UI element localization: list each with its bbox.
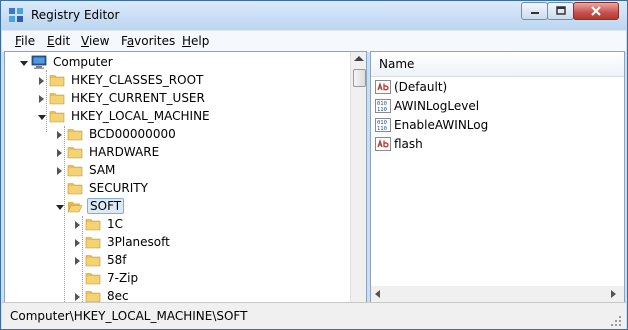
tree-node[interactable]: 3Planesoft — [73, 233, 172, 251]
resize-grip-icon[interactable] — [610, 315, 622, 327]
tree-node[interactable]: BCD00000000 — [55, 125, 178, 143]
folder-icon — [67, 164, 83, 176]
values-list[interactable]: Name (Default) 010 110 AWINLogLevel 010 110 En… — [370, 51, 625, 303]
tree-node[interactable]: SOFT — [55, 197, 125, 215]
folder-icon — [85, 254, 101, 266]
tree-node-label: HKEY_CLASSES_ROOT — [71, 73, 204, 87]
folder-icon — [85, 236, 101, 248]
tree-node[interactable]: SAM — [55, 161, 117, 179]
status-bar: Computer\HKEY_LOCAL_MACHINE\SOFT — [2, 302, 626, 329]
collapse-arrow-icon[interactable] — [37, 112, 46, 121]
expand-arrow-icon[interactable] — [55, 148, 64, 157]
value-name: (Default) — [394, 80, 448, 94]
tree-vertical-scrollbar[interactable] — [350, 52, 366, 302]
menu-favorites[interactable]: Favorites — [121, 34, 175, 48]
scroll-left-icon[interactable] — [375, 290, 380, 298]
registry-app-icon — [9, 8, 23, 22]
tree-node-label: 7-Zip — [107, 271, 139, 285]
scroll-up-icon[interactable] — [354, 56, 364, 61]
expand-arrow-icon[interactable] — [37, 76, 46, 85]
tree-node[interactable]: HKEY_CURRENT_USER — [37, 89, 207, 107]
title-bar[interactable]: Registry Editor — [1, 1, 627, 30]
tree-node[interactable]: HKEY_LOCAL_MACHINE — [37, 107, 212, 125]
folder-open-icon — [67, 201, 83, 212]
tree-node[interactable]: 8ec — [73, 287, 131, 303]
tree-node-label: 3Planesoft — [107, 235, 170, 249]
menu-view[interactable]: View — [81, 34, 109, 48]
folder-icon — [49, 110, 65, 122]
maximize-button[interactable] — [547, 2, 574, 20]
values-horizontal-scrollbar[interactable] — [371, 286, 624, 302]
menu-file[interactable]: File — [15, 34, 35, 48]
tree-node-label: SOFT — [87, 198, 125, 214]
status-path: Computer\HKEY_LOCAL_MACHINE\SOFT — [10, 309, 248, 323]
close-button[interactable] — [573, 2, 619, 20]
value-row[interactable]: 010 110 AWINLogLevel — [375, 97, 479, 115]
value-row[interactable]: 010 110 EnableAWINLog — [375, 116, 488, 134]
close-icon — [591, 6, 601, 16]
menu-edit[interactable]: Edit — [47, 34, 70, 48]
folder-icon — [67, 128, 83, 140]
tree-node[interactable]: HARDWARE — [55, 143, 161, 161]
value-name: AWINLogLevel — [394, 99, 480, 113]
expand-arrow-icon[interactable] — [73, 238, 82, 247]
tree-node-label: Computer — [53, 55, 113, 69]
folder-icon — [85, 290, 101, 302]
binary-value-icon: 010110 — [375, 118, 391, 132]
tree-node-label: SECURITY — [89, 181, 148, 195]
tree-node[interactable]: Computer — [19, 53, 115, 71]
folder-icon — [49, 74, 65, 86]
expand-arrow-icon[interactable] — [55, 130, 64, 139]
tree-node-label: HARDWARE — [89, 145, 160, 159]
value-row[interactable]: (Default) — [375, 78, 447, 96]
minimize-icon — [530, 12, 539, 14]
scroll-right-icon[interactable] — [611, 290, 616, 298]
folder-icon — [85, 218, 101, 230]
tree-node-label: BCD00000000 — [89, 127, 176, 141]
expand-arrow-icon[interactable] — [73, 256, 82, 265]
scroll-thumb[interactable] — [353, 69, 366, 87]
expand-arrow-icon[interactable] — [55, 166, 64, 175]
folder-icon — [67, 146, 83, 158]
folder-icon — [49, 92, 65, 104]
expand-arrow-icon[interactable] — [73, 292, 82, 301]
tree-node[interactable]: 7-Zip — [73, 269, 140, 287]
expand-arrow-icon[interactable] — [73, 220, 82, 229]
menu-bar: File Edit View Favorites Help — [2, 30, 626, 52]
value-row[interactable]: flash — [375, 135, 423, 153]
folder-icon — [67, 182, 83, 194]
maximize-icon — [555, 6, 566, 15]
registry-tree[interactable]: Computer HKEY_CLASSES_ROOT HKEY_CURRENT_US… — [4, 51, 367, 303]
string-value-icon — [375, 137, 391, 151]
value-name: EnableAWINLog — [394, 118, 489, 132]
collapse-arrow-icon[interactable] — [55, 202, 64, 211]
svg-text:110: 110 — [377, 126, 387, 132]
tree-node[interactable]: SECURITY — [55, 179, 150, 197]
column-header-name[interactable]: Name — [371, 52, 624, 77]
tree-node[interactable]: HKEY_CLASSES_ROOT — [37, 71, 205, 89]
tree-node-label: 1C — [107, 217, 124, 231]
tree-node-label: SAM — [89, 163, 116, 177]
tree-node[interactable]: 1C — [73, 215, 125, 233]
window-title: Registry Editor — [31, 8, 120, 22]
svg-text:110: 110 — [377, 107, 387, 113]
minimize-button[interactable] — [521, 2, 548, 20]
string-value-icon — [375, 80, 391, 94]
tree-node[interactable]: 58f — [73, 251, 129, 269]
tree-node-label: HKEY_CURRENT_USER — [71, 91, 205, 105]
folder-icon — [85, 272, 101, 284]
computer-icon — [31, 55, 47, 69]
tree-node-label: 8ec — [107, 289, 129, 303]
tree-node-label: 58f — [107, 253, 127, 267]
binary-value-icon: 010110 — [375, 99, 391, 113]
tree-node-label: HKEY_LOCAL_MACHINE — [71, 109, 210, 123]
collapse-arrow-icon[interactable] — [19, 58, 28, 67]
value-name: flash — [394, 137, 423, 151]
registry-editor-window: Registry Editor File Edit View Favorites… — [0, 0, 628, 330]
menu-help[interactable]: Help — [182, 34, 209, 48]
expand-arrow-icon[interactable] — [37, 94, 46, 103]
